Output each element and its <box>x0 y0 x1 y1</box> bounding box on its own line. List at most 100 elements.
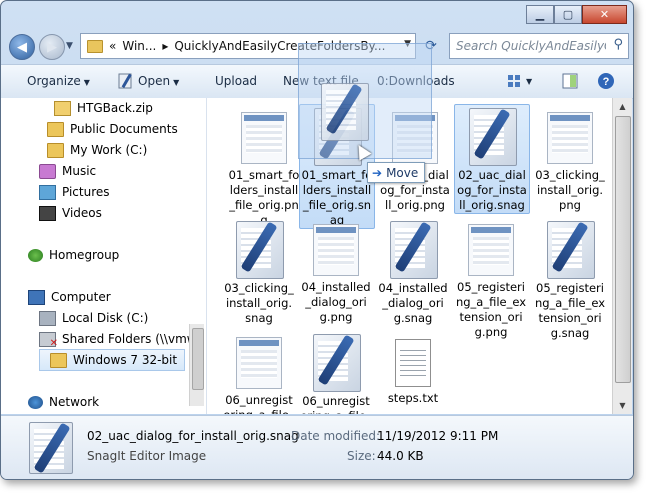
chevron-down-icon: ▼ <box>173 78 180 87</box>
scroll-up-arrow-icon[interactable]: ▲ <box>613 98 632 115</box>
zip-icon <box>54 100 71 116</box>
file-name: 02_uac_dialog_for_install_orig.snag <box>457 168 527 212</box>
open-button[interactable]: Open ▼ <box>138 74 179 88</box>
scrollbar-thumb[interactable] <box>192 328 204 390</box>
upload-button[interactable]: Upload <box>215 74 257 88</box>
folder-icon <box>87 39 103 53</box>
folder-icon <box>50 352 67 368</box>
svg-text:?: ? <box>603 76 610 88</box>
file-name: 03_clicking_install_orig.snag <box>224 281 294 325</box>
search-input[interactable]: Search QuicklyAndEasilyC... <box>456 39 606 53</box>
file-item[interactable]: 05_registering_a_file_extension_orig.sna… <box>533 218 607 341</box>
png-thumbnail <box>468 224 514 276</box>
nav-item-videos[interactable]: Videos <box>39 203 102 223</box>
nav-label: Music <box>62 164 97 178</box>
search-icon[interactable]: ⚲ <box>613 37 623 52</box>
file-name: steps.txt <box>387 391 439 405</box>
nav-item-local-disk[interactable]: Local Disk (C:) <box>39 308 148 328</box>
file-item[interactable]: 06_unregistering_a_file_extension <box>299 331 373 414</box>
file-item[interactable]: steps.txt <box>376 331 450 406</box>
details-type: SnagIt Editor Image <box>87 449 207 463</box>
nav-item-computer[interactable]: Computer <box>28 287 111 307</box>
homegroup-icon <box>28 248 43 262</box>
open-label: Open <box>138 74 171 88</box>
pictures-icon <box>39 184 56 200</box>
shared-folder-icon: ✕ <box>39 331 58 349</box>
file-name: 04_installed_dialog_orig.snag <box>378 281 448 325</box>
nav-label: Pictures <box>62 185 110 199</box>
music-icon <box>39 163 56 179</box>
size-value: 44.0 KB <box>377 449 424 463</box>
explorer-window: ▁ ▢ ✕ ◀ ▶ ▼ « Win... ▸ QuicklyAndEasilyC… <box>0 0 634 480</box>
nav-label: Shared Folders (\\vmwa <box>62 332 204 346</box>
preview-pane-icon[interactable] <box>561 72 579 90</box>
disk-icon <box>39 310 56 326</box>
file-item[interactable]: 03_clicking_install_orig.png <box>533 106 607 213</box>
nav-item-pictures[interactable]: Pictures <box>39 182 110 202</box>
navigation-scrollbar[interactable] <box>189 324 204 406</box>
png-thumbnail <box>241 112 287 164</box>
nav-item-windows-7[interactable]: Windows 7 32-bit <box>39 349 185 371</box>
file-item[interactable]: 04_installed_dialog_orig.png <box>299 218 373 325</box>
file-item[interactable]: 06_unregistering_a_file_extension <box>222 331 296 414</box>
help-icon[interactable]: ? <box>597 72 615 90</box>
file-name: 03_clicking_install_orig.png <box>535 168 605 212</box>
nav-label: Windows 7 32-bit <box>73 353 178 367</box>
scroll-down-arrow-icon[interactable]: ▼ <box>613 397 632 414</box>
organize-button[interactable]: Organize ▼ <box>27 74 90 88</box>
nav-label: Network <box>49 395 100 409</box>
close-button[interactable]: ✕ <box>582 5 627 24</box>
snagit-file-icon <box>29 422 73 474</box>
file-name: 04_installed_dialog_orig.png <box>301 280 371 324</box>
address-chevrons[interactable]: « <box>109 39 116 53</box>
nav-item-music[interactable]: Music <box>39 161 96 181</box>
png-thumbnail <box>236 337 282 389</box>
file-item[interactable]: 01_smart_folders_install_file_orig.png <box>227 106 301 228</box>
nav-label: Homegroup <box>49 248 120 262</box>
folder-icon <box>47 142 64 158</box>
view-dropdown-icon[interactable]: ▼ <box>526 77 532 86</box>
snagit-file-icon <box>469 108 517 166</box>
network-icon <box>28 395 43 409</box>
file-list-scrollbar[interactable]: ▲ ▼ <box>612 98 632 414</box>
computer-icon <box>28 289 45 305</box>
title-bar: ▁ ▢ ✕ <box>1 1 633 31</box>
snagit-file-icon <box>390 221 438 279</box>
folder-icon <box>47 121 64 137</box>
nav-item-homegroup[interactable]: Homegroup <box>28 245 119 265</box>
minimize-button[interactable]: ▁ <box>526 5 554 24</box>
nav-item-public-documents[interactable]: Public Documents <box>47 119 178 139</box>
nav-label: Local Disk (C:) <box>62 311 149 325</box>
maximize-button[interactable]: ▢ <box>554 5 582 24</box>
snagit-file-icon <box>236 221 284 279</box>
recent-pages-dropdown[interactable]: ▼ <box>66 41 73 51</box>
nav-item-shared-folders[interactable]: ✕ Shared Folders (\\vmwa <box>39 329 204 349</box>
file-name: 06_unregistering_a_file_extension <box>300 394 371 414</box>
videos-icon <box>39 205 56 221</box>
snagit-file-icon <box>547 221 595 279</box>
details-pane: 02_uac_dialog_for_install_orig.snag Snag… <box>1 415 633 479</box>
forward-arrow-icon: ▶ <box>47 39 57 55</box>
chevron-down-icon: ▼ <box>83 78 90 87</box>
text-file-icon <box>395 339 431 387</box>
forward-button[interactable]: ▶ <box>39 34 65 60</box>
file-item[interactable]: 03_clicking_install_orig.snag <box>222 218 296 326</box>
nav-label: Public Documents <box>70 122 178 136</box>
back-button[interactable]: ◀ <box>9 34 35 60</box>
file-item[interactable]: 05_registering_a_file_extension_orig.png <box>454 218 528 340</box>
date-modified-label: Date modified: <box>291 429 381 443</box>
search-box[interactable]: Search QuicklyAndEasilyC... ⚲ <box>449 33 629 59</box>
change-view-icon[interactable] <box>506 72 524 90</box>
nav-item-my-work[interactable]: My Work (C:) <box>47 140 147 160</box>
file-item[interactable]: 02_uac_dialog_for_install_orig.snag <box>454 104 530 214</box>
upload-label: Upload <box>215 74 258 88</box>
date-modified-value: 11/19/2012 9:11 PM <box>377 429 499 443</box>
file-item[interactable]: 04_installed_dialog_orig.snag <box>376 218 450 326</box>
breadcrumb-segment-1[interactable]: Win... <box>122 39 156 53</box>
move-arrow-icon: ➔ <box>372 165 383 180</box>
scrollbar-thumb[interactable] <box>615 116 631 383</box>
nav-item-network[interactable]: Network <box>28 392 99 412</box>
disconnected-icon: ✕ <box>49 337 58 349</box>
snagit-open-icon <box>118 73 132 89</box>
nav-item-htgback-zip[interactable]: HTGBack.zip <box>54 98 153 118</box>
